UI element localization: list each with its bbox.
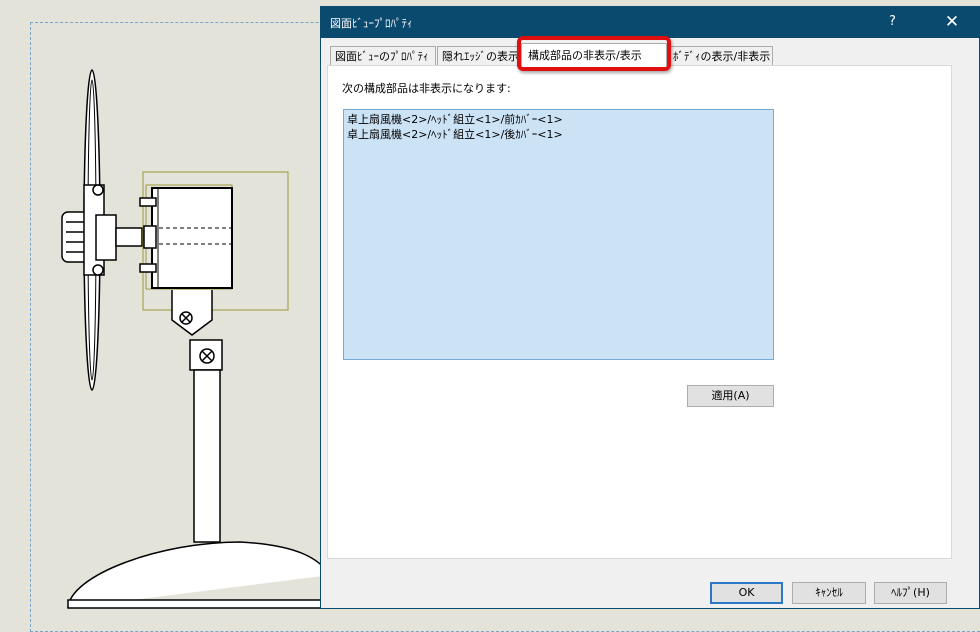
apply-button[interactable]: 適用(A) [687, 385, 774, 407]
dialog-titlebar[interactable]: 図面ﾋﾞｭｰﾌﾟﾛﾊﾟﾃｨ ? ✕ [321, 7, 979, 38]
hidden-components-list[interactable]: 卓上扇風機<2>/ﾍｯﾄﾞ組立<1>/前ｶﾊﾞｰ<1> 卓上扇風機<2>/ﾍｯﾄ… [343, 109, 774, 360]
motor-housing [151, 187, 233, 289]
stand-pole [193, 369, 221, 543]
neck-bracket [171, 290, 213, 336]
stand-base [67, 541, 331, 609]
tab-body-show-hide[interactable]: ﾎﾞﾃﾞｨの表示/非表示 [668, 46, 773, 65]
ok-button[interactable]: OK [710, 582, 783, 604]
close-icon[interactable]: ✕ [927, 7, 977, 38]
drawing-view-properties-dialog: 図面ﾋﾞｭｰﾌﾟﾛﾊﾟﾃｨ ? ✕ 図面ﾋﾞｭｰのﾌﾟﾛﾊﾟﾃｨ 隠れｴｯｼﾞの… [320, 6, 980, 609]
tab-panel: 次の構成部品は非表示になります: 卓上扇風機<2>/ﾍｯﾄﾞ組立<1>/前ｶﾊﾞ… [327, 65, 952, 559]
list-item[interactable]: 卓上扇風機<2>/ﾍｯﾄﾞ組立<1>/前ｶﾊﾞｰ<1> [347, 112, 770, 127]
help-icon[interactable]: ? [889, 14, 896, 29]
fan-shaft [115, 227, 143, 247]
cancel-button[interactable]: ｷｬﾝｾﾙ [792, 582, 866, 604]
tab-component-show-hide[interactable]: 構成部品の非表示/表示 [521, 43, 667, 66]
list-item[interactable]: 卓上扇風機<2>/ﾍｯﾄﾞ組立<1>/後ｶﾊﾞｰ<1> [347, 127, 770, 142]
help-button[interactable]: ﾍﾙﾌﾟ(H) [874, 582, 947, 604]
dialog-title: 図面ﾋﾞｭｰﾌﾟﾛﾊﾟﾃｨ [330, 17, 413, 30]
hidden-components-label: 次の構成部品は非表示になります: [342, 82, 511, 95]
tab-view-properties[interactable]: 図面ﾋﾞｭｰのﾌﾟﾛﾊﾟﾃｨ [330, 46, 436, 65]
tab-hidden-edges[interactable]: 隠れｴｯｼﾞの表示 [437, 46, 519, 65]
